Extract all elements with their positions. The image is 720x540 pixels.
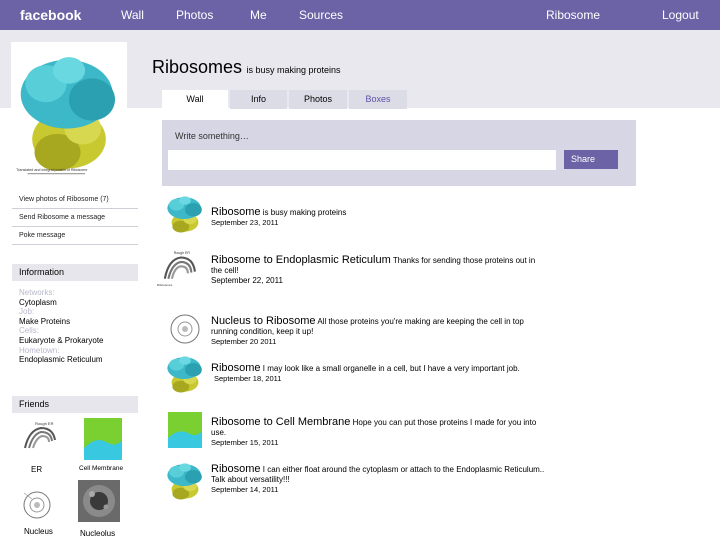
profile-name: Ribosomes — [152, 57, 243, 77]
post-date: September 14, 2011 — [211, 485, 279, 494]
er-thumbnail-label: Rough ER — [174, 251, 191, 255]
friend-er-label[interactable]: ER — [31, 465, 42, 474]
info-label-hometown: Hometown: — [19, 345, 60, 355]
post-date: September 22, 2011 — [211, 276, 283, 285]
nav-profile-link[interactable]: Ribosome — [546, 8, 600, 22]
friend-nucleus[interactable] — [20, 485, 54, 528]
profile-picture[interactable]: Translated and integral protein of Ribos… — [11, 42, 127, 180]
friend-cell-membrane-label[interactable]: Cell Membrane — [79, 465, 123, 472]
post-author[interactable]: Ribosome — [211, 206, 261, 218]
ribosome-thumbnail[interactable] — [162, 353, 208, 395]
post-author[interactable]: Ribosome — [211, 362, 261, 374]
composer-prompt: Write something… — [175, 131, 249, 141]
wall-composer: Write something… Share — [162, 120, 636, 186]
nucleus-diagram-image — [23, 491, 51, 519]
nav-me-link[interactable]: Me — [250, 8, 267, 22]
tab-photos[interactable]: Photos — [289, 90, 347, 109]
tab-boxes[interactable]: Boxes — [349, 90, 407, 109]
nav-photos-link[interactable]: Photos — [176, 8, 213, 22]
info-label-cells: Cells: — [19, 326, 40, 336]
er-diagram-image: Rough ER — [24, 421, 56, 449]
post-author[interactable]: Nucleus to Ribosome — [211, 315, 316, 327]
tab-wall[interactable]: Wall — [162, 90, 228, 109]
view-photos-link[interactable]: View photos of Ribosome (7) — [12, 191, 138, 209]
friend-nucleolus-label[interactable]: Nucleolus — [80, 529, 115, 538]
info-label-job: Job: — [19, 307, 35, 317]
info-label-networks: Networks: — [19, 288, 55, 297]
cell-membrane-image — [84, 440, 122, 460]
nav-sources-link[interactable]: Sources — [299, 8, 343, 22]
information-heading: Information — [12, 264, 138, 281]
post-date: September 23, 2011 — [211, 218, 279, 227]
post-author[interactable]: Ribosome to Cell Membrane — [211, 416, 350, 428]
post-text: is busy making proteins — [262, 208, 347, 217]
friend-nucleus-label[interactable]: Nucleus — [24, 527, 53, 536]
profile-photo-caption: Translated and integral protein of Ribos… — [16, 168, 87, 172]
post-author[interactable]: Ribosome — [211, 463, 261, 475]
page-title: Ribosomes is busy making proteins — [152, 57, 341, 78]
information-box: Networks: Cytoplasm Job: Make Proteins C… — [19, 288, 137, 365]
composer-input[interactable] — [168, 150, 556, 170]
nav-wall-link[interactable]: Wall — [121, 8, 144, 22]
tab-info[interactable]: Info — [230, 90, 287, 109]
poke-link[interactable]: Poke message — [12, 227, 138, 245]
profile-status: is busy making proteins — [246, 65, 341, 75]
ribosome-thumbnail[interactable] — [162, 193, 208, 235]
send-message-link[interactable]: Send Ribosome a message — [12, 209, 138, 227]
friend-er[interactable]: Rough ER — [19, 418, 61, 463]
logout-link[interactable]: Logout — [662, 8, 699, 22]
cell-membrane-thumbnail[interactable] — [168, 412, 202, 448]
info-value-hometown: Endoplasmic Reticulum — [19, 355, 103, 365]
ribosome-image: Translated and integral protein of Ribos… — [16, 57, 116, 175]
post-date: September 15, 2011 — [211, 438, 279, 447]
facebook-logo[interactable]: facebook — [20, 7, 81, 23]
friends-heading: Friends — [12, 396, 138, 413]
er-thumbnail[interactable]: Rough ER Ribosomes — [156, 248, 202, 290]
friend-cell-membrane[interactable] — [84, 418, 122, 460]
info-value-job: Make Proteins — [19, 316, 71, 326]
top-nav-bar: facebook Wall Photos Me Sources Ribosome… — [0, 0, 720, 30]
info-value-networks: Cytoplasm — [19, 297, 57, 307]
ribosome-thumbnail[interactable] — [162, 460, 208, 502]
post-text: I may look like a small organelle in a c… — [262, 364, 520, 373]
nucleus-thumbnail[interactable] — [162, 309, 208, 351]
friend-nucleolus[interactable] — [78, 480, 120, 522]
share-button[interactable]: Share — [564, 150, 618, 169]
ribosomes-thumbnail-label: Ribosomes — [157, 283, 173, 287]
info-value-cells: Eukaryote & Prokaryote — [19, 335, 104, 345]
nucleolus-image — [78, 480, 120, 522]
profile-action-links: View photos of Ribosome (7) Send Ribosom… — [12, 191, 138, 245]
post-date: September 18, 2011 — [214, 374, 282, 383]
post-author[interactable]: Ribosome to Endoplasmic Reticulum — [211, 254, 391, 266]
post-date: September 20 2011 — [211, 337, 277, 346]
post-text: I can either float around the cytoplasm … — [211, 465, 545, 484]
er-image-label: Rough ER — [35, 421, 54, 426]
